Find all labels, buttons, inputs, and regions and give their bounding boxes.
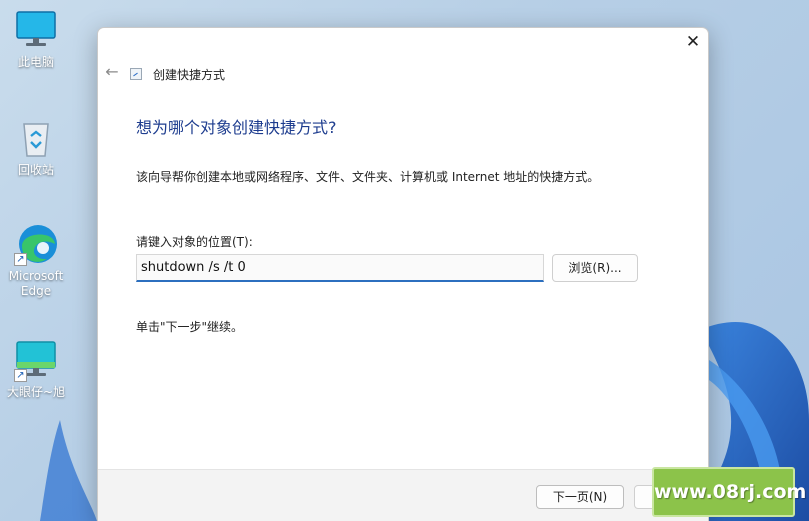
shortcut-wizard-icon bbox=[130, 68, 142, 80]
continue-hint: 单击"下一步"继续。 bbox=[136, 320, 244, 334]
wizard-description: 该向导帮你创建本地或网络程序、文件、文件夹、计算机或 Internet 地址的快… bbox=[136, 170, 600, 184]
desktop-icon-edge[interactable]: ↗ Microsoft Edge bbox=[0, 222, 72, 299]
monitor-shortcut-icon: ↗ bbox=[14, 338, 58, 382]
desktop-icon-this-pc[interactable]: 此电脑 bbox=[0, 8, 72, 70]
recycle-bin-icon bbox=[14, 116, 58, 160]
site-watermark: www.08rj.com bbox=[652, 467, 806, 517]
close-button[interactable]: ✕ bbox=[682, 31, 704, 53]
location-input[interactable] bbox=[136, 254, 544, 282]
browse-button[interactable]: 浏览(R)... bbox=[552, 254, 638, 282]
close-icon: ✕ bbox=[685, 32, 701, 52]
shortcut-arrow-icon: ↗ bbox=[14, 369, 27, 382]
desktop-icon-label: Microsoft Edge bbox=[8, 269, 64, 298]
desktop-icon-recycle-bin[interactable]: 回收站 bbox=[0, 116, 72, 178]
create-shortcut-dialog: ✕ ← 创建快捷方式 想为哪个对象创建快捷方式? 该向导帮你创建本地或网络程序、… bbox=[97, 27, 709, 521]
back-arrow-icon: ← bbox=[105, 62, 119, 81]
shortcut-arrow-icon: ↗ bbox=[14, 253, 27, 266]
monitor-icon bbox=[14, 8, 58, 52]
location-label: 请键入对象的位置(T): bbox=[136, 235, 253, 249]
dialog-title: 创建快捷方式 bbox=[153, 68, 226, 82]
desktop-icon-label: 此电脑 bbox=[17, 55, 54, 69]
page-heading: 想为哪个对象创建快捷方式? bbox=[136, 118, 337, 137]
desktop-icon-label: 回收站 bbox=[17, 163, 54, 177]
dialog-footer: 下一页(N) bbox=[98, 469, 708, 521]
desktop-icon-label: 大眼仔~旭 bbox=[6, 385, 66, 399]
desktop-icon-shutdown-shortcut[interactable]: ↗ 大眼仔~旭 bbox=[0, 338, 72, 400]
next-button[interactable]: 下一页(N) bbox=[536, 485, 624, 509]
edge-icon: ↗ bbox=[14, 222, 58, 266]
back-button[interactable]: ← bbox=[103, 62, 121, 82]
